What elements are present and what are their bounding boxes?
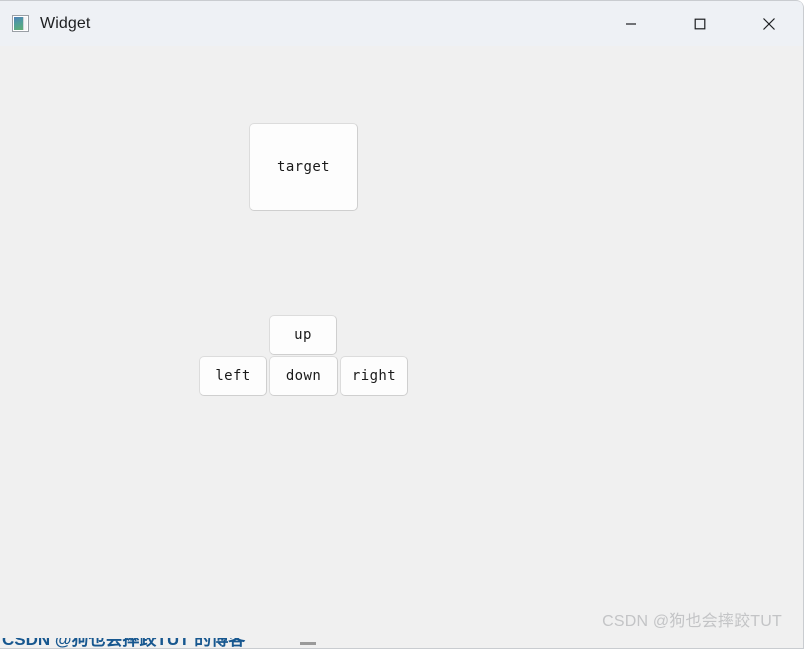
title-bar[interactable]: Widget bbox=[0, 0, 803, 47]
icon-image-thumbnail bbox=[14, 17, 23, 30]
minimize-button[interactable] bbox=[596, 1, 665, 47]
window-controls bbox=[596, 1, 803, 47]
close-icon bbox=[762, 17, 776, 31]
maximize-button[interactable] bbox=[665, 1, 734, 47]
move-left-button[interactable]: left bbox=[199, 356, 267, 396]
move-up-button[interactable]: up bbox=[269, 315, 337, 355]
application-window: Widget target up left down right CSDN @狗… bbox=[0, 0, 804, 649]
target-button[interactable]: target bbox=[249, 123, 358, 211]
application-image-icon bbox=[12, 15, 29, 32]
client-area: target up left down right CSDN @狗也会摔跤TUT bbox=[0, 46, 803, 648]
icon-page-edge bbox=[23, 17, 27, 30]
close-button[interactable] bbox=[734, 1, 803, 47]
window-title: Widget bbox=[40, 14, 91, 32]
maximize-icon bbox=[694, 18, 706, 30]
csdn-watermark: CSDN @狗也会摔跤TUT bbox=[602, 613, 782, 630]
move-down-button[interactable]: down bbox=[269, 356, 338, 396]
minimize-icon bbox=[625, 18, 637, 30]
move-right-button[interactable]: right bbox=[340, 356, 408, 396]
